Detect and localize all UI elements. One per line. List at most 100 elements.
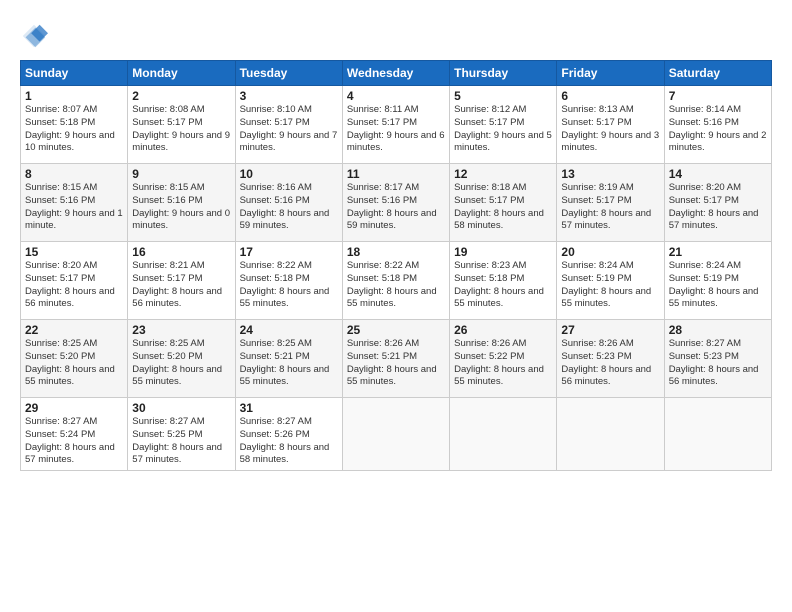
day-number: 21 xyxy=(669,245,767,259)
day-number: 6 xyxy=(561,89,659,103)
table-row: 1 Sunrise: 8:07 AM Sunset: 5:18 PM Dayli… xyxy=(21,86,128,164)
day-info: Sunrise: 8:22 AM Sunset: 5:18 PM Dayligh… xyxy=(240,260,338,311)
day-number: 22 xyxy=(25,323,123,337)
day-info: Sunrise: 8:15 AM Sunset: 5:16 PM Dayligh… xyxy=(132,182,230,233)
day-info: Sunrise: 8:13 AM Sunset: 5:17 PM Dayligh… xyxy=(561,104,659,155)
table-row: 4 Sunrise: 8:11 AM Sunset: 5:17 PM Dayli… xyxy=(342,86,449,164)
page-header xyxy=(20,18,772,50)
header-saturday: Saturday xyxy=(664,61,771,86)
day-info: Sunrise: 8:08 AM Sunset: 5:17 PM Dayligh… xyxy=(132,104,230,155)
table-row: 3 Sunrise: 8:10 AM Sunset: 5:17 PM Dayli… xyxy=(235,86,342,164)
table-row: 23 Sunrise: 8:25 AM Sunset: 5:20 PM Dayl… xyxy=(128,320,235,398)
calendar-table: Sunday Monday Tuesday Wednesday Thursday… xyxy=(20,60,772,471)
table-row: 9 Sunrise: 8:15 AM Sunset: 5:16 PM Dayli… xyxy=(128,164,235,242)
table-row: 7 Sunrise: 8:14 AM Sunset: 5:16 PM Dayli… xyxy=(664,86,771,164)
day-number: 5 xyxy=(454,89,552,103)
day-info: Sunrise: 8:07 AM Sunset: 5:18 PM Dayligh… xyxy=(25,104,123,155)
day-number: 12 xyxy=(454,167,552,181)
day-info: Sunrise: 8:24 AM Sunset: 5:19 PM Dayligh… xyxy=(561,260,659,311)
day-number: 23 xyxy=(132,323,230,337)
table-row: 20 Sunrise: 8:24 AM Sunset: 5:19 PM Dayl… xyxy=(557,242,664,320)
calendar-page: Sunday Monday Tuesday Wednesday Thursday… xyxy=(0,0,792,612)
day-number: 7 xyxy=(669,89,767,103)
table-row: 31 Sunrise: 8:27 AM Sunset: 5:26 PM Dayl… xyxy=(235,398,342,471)
day-info: Sunrise: 8:27 AM Sunset: 5:26 PM Dayligh… xyxy=(240,416,338,467)
day-info: Sunrise: 8:26 AM Sunset: 5:23 PM Dayligh… xyxy=(561,338,659,389)
day-number: 30 xyxy=(132,401,230,415)
day-info: Sunrise: 8:20 AM Sunset: 5:17 PM Dayligh… xyxy=(25,260,123,311)
table-row: 25 Sunrise: 8:26 AM Sunset: 5:21 PM Dayl… xyxy=(342,320,449,398)
day-number: 2 xyxy=(132,89,230,103)
table-row: 13 Sunrise: 8:19 AM Sunset: 5:17 PM Dayl… xyxy=(557,164,664,242)
table-row xyxy=(664,398,771,471)
day-number: 31 xyxy=(240,401,338,415)
day-info: Sunrise: 8:25 AM Sunset: 5:21 PM Dayligh… xyxy=(240,338,338,389)
table-row: 28 Sunrise: 8:27 AM Sunset: 5:23 PM Dayl… xyxy=(664,320,771,398)
day-number: 14 xyxy=(669,167,767,181)
day-info: Sunrise: 8:26 AM Sunset: 5:21 PM Dayligh… xyxy=(347,338,445,389)
table-row: 22 Sunrise: 8:25 AM Sunset: 5:20 PM Dayl… xyxy=(21,320,128,398)
table-row: 26 Sunrise: 8:26 AM Sunset: 5:22 PM Dayl… xyxy=(450,320,557,398)
table-row: 21 Sunrise: 8:24 AM Sunset: 5:19 PM Dayl… xyxy=(664,242,771,320)
day-info: Sunrise: 8:11 AM Sunset: 5:17 PM Dayligh… xyxy=(347,104,445,155)
day-number: 25 xyxy=(347,323,445,337)
day-info: Sunrise: 8:16 AM Sunset: 5:16 PM Dayligh… xyxy=(240,182,338,233)
day-number: 20 xyxy=(561,245,659,259)
day-number: 8 xyxy=(25,167,123,181)
table-row: 24 Sunrise: 8:25 AM Sunset: 5:21 PM Dayl… xyxy=(235,320,342,398)
day-number: 24 xyxy=(240,323,338,337)
day-info: Sunrise: 8:27 AM Sunset: 5:23 PM Dayligh… xyxy=(669,338,767,389)
table-row xyxy=(450,398,557,471)
table-row: 18 Sunrise: 8:22 AM Sunset: 5:18 PM Dayl… xyxy=(342,242,449,320)
header-friday: Friday xyxy=(557,61,664,86)
day-number: 10 xyxy=(240,167,338,181)
table-row: 14 Sunrise: 8:20 AM Sunset: 5:17 PM Dayl… xyxy=(664,164,771,242)
table-row: 16 Sunrise: 8:21 AM Sunset: 5:17 PM Dayl… xyxy=(128,242,235,320)
table-row: 30 Sunrise: 8:27 AM Sunset: 5:25 PM Dayl… xyxy=(128,398,235,471)
day-info: Sunrise: 8:14 AM Sunset: 5:16 PM Dayligh… xyxy=(669,104,767,155)
day-info: Sunrise: 8:21 AM Sunset: 5:17 PM Dayligh… xyxy=(132,260,230,311)
day-info: Sunrise: 8:25 AM Sunset: 5:20 PM Dayligh… xyxy=(25,338,123,389)
header-tuesday: Tuesday xyxy=(235,61,342,86)
day-info: Sunrise: 8:25 AM Sunset: 5:20 PM Dayligh… xyxy=(132,338,230,389)
day-info: Sunrise: 8:18 AM Sunset: 5:17 PM Dayligh… xyxy=(454,182,552,233)
day-info: Sunrise: 8:27 AM Sunset: 5:25 PM Dayligh… xyxy=(132,416,230,467)
day-number: 17 xyxy=(240,245,338,259)
calendar-header-row: Sunday Monday Tuesday Wednesday Thursday… xyxy=(21,61,772,86)
day-info: Sunrise: 8:26 AM Sunset: 5:22 PM Dayligh… xyxy=(454,338,552,389)
table-row: 5 Sunrise: 8:12 AM Sunset: 5:17 PM Dayli… xyxy=(450,86,557,164)
table-row: 11 Sunrise: 8:17 AM Sunset: 5:16 PM Dayl… xyxy=(342,164,449,242)
header-monday: Monday xyxy=(128,61,235,86)
header-thursday: Thursday xyxy=(450,61,557,86)
table-row: 19 Sunrise: 8:23 AM Sunset: 5:18 PM Dayl… xyxy=(450,242,557,320)
day-number: 11 xyxy=(347,167,445,181)
day-info: Sunrise: 8:19 AM Sunset: 5:17 PM Dayligh… xyxy=(561,182,659,233)
day-info: Sunrise: 8:12 AM Sunset: 5:17 PM Dayligh… xyxy=(454,104,552,155)
day-number: 16 xyxy=(132,245,230,259)
table-row: 6 Sunrise: 8:13 AM Sunset: 5:17 PM Dayli… xyxy=(557,86,664,164)
table-row xyxy=(342,398,449,471)
day-number: 1 xyxy=(25,89,123,103)
day-info: Sunrise: 8:20 AM Sunset: 5:17 PM Dayligh… xyxy=(669,182,767,233)
logo xyxy=(20,22,52,50)
day-number: 9 xyxy=(132,167,230,181)
day-number: 29 xyxy=(25,401,123,415)
day-number: 19 xyxy=(454,245,552,259)
day-number: 18 xyxy=(347,245,445,259)
day-number: 3 xyxy=(240,89,338,103)
table-row: 27 Sunrise: 8:26 AM Sunset: 5:23 PM Dayl… xyxy=(557,320,664,398)
day-number: 4 xyxy=(347,89,445,103)
header-wednesday: Wednesday xyxy=(342,61,449,86)
table-row: 2 Sunrise: 8:08 AM Sunset: 5:17 PM Dayli… xyxy=(128,86,235,164)
header-sunday: Sunday xyxy=(21,61,128,86)
table-row: 12 Sunrise: 8:18 AM Sunset: 5:17 PM Dayl… xyxy=(450,164,557,242)
day-number: 28 xyxy=(669,323,767,337)
day-number: 26 xyxy=(454,323,552,337)
day-info: Sunrise: 8:22 AM Sunset: 5:18 PM Dayligh… xyxy=(347,260,445,311)
day-number: 13 xyxy=(561,167,659,181)
table-row: 8 Sunrise: 8:15 AM Sunset: 5:16 PM Dayli… xyxy=(21,164,128,242)
day-info: Sunrise: 8:27 AM Sunset: 5:24 PM Dayligh… xyxy=(25,416,123,467)
table-row: 17 Sunrise: 8:22 AM Sunset: 5:18 PM Dayl… xyxy=(235,242,342,320)
day-info: Sunrise: 8:23 AM Sunset: 5:18 PM Dayligh… xyxy=(454,260,552,311)
day-info: Sunrise: 8:24 AM Sunset: 5:19 PM Dayligh… xyxy=(669,260,767,311)
